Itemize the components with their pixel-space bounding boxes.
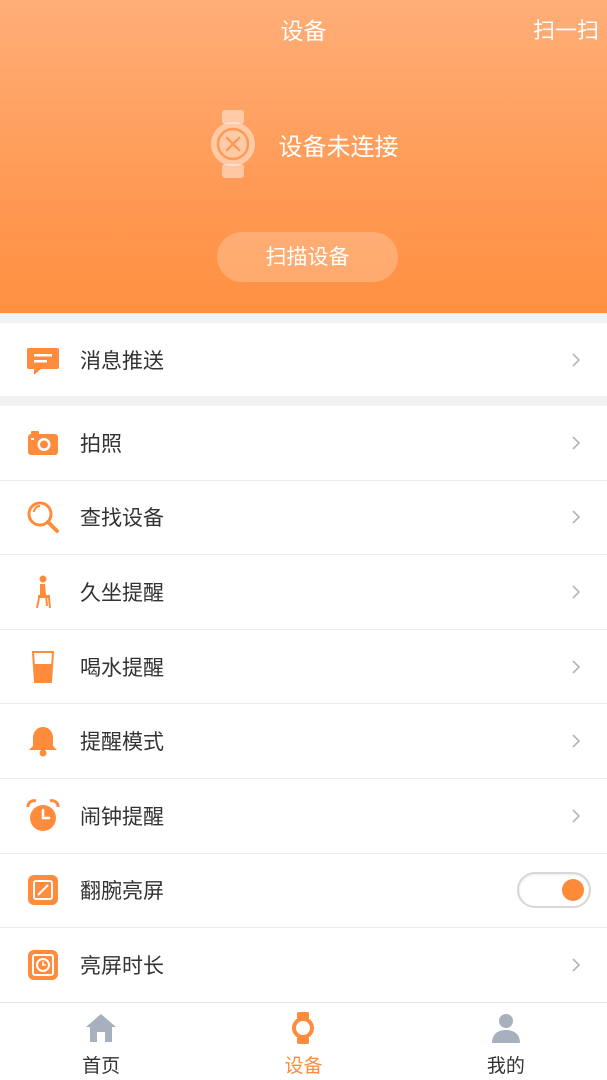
tab-label: 我的	[486, 1055, 525, 1077]
screen-duration-icon	[26, 948, 60, 982]
water-glass-icon	[26, 650, 60, 684]
chevron-right-icon	[572, 510, 581, 524]
chevron-right-icon	[572, 585, 581, 599]
chevron-right-icon	[572, 734, 581, 748]
tab-device[interactable]: 设备	[202, 1003, 404, 1080]
scan-device-button[interactable]: 扫描设备	[217, 232, 398, 282]
chevron-right-icon	[572, 660, 581, 674]
row-water-reminder[interactable]: 喝水提醒	[0, 629, 607, 705]
row-wrist-wake[interactable]: 翻腕亮屏	[0, 853, 607, 929]
row-label: 拍照	[80, 431, 122, 456]
status-text: 设备未连接	[278, 132, 399, 161]
message-section: 消息推送	[0, 323, 607, 396]
chevron-right-icon	[572, 436, 581, 450]
bell-icon	[26, 724, 60, 758]
row-label: 消息推送	[80, 348, 164, 373]
row-label: 翻腕亮屏	[80, 879, 164, 904]
settings-section: 拍照 查找设备 久坐提醒 喝水提醒 提醒模式 闹钟提醒 翻腕亮屏 亮屏时长	[0, 406, 607, 1003]
row-label: 久坐提醒	[80, 580, 164, 605]
row-label: 闹钟提醒	[80, 804, 164, 829]
header: 设备 扫一扫 设备未连接 扫描设备	[0, 0, 607, 313]
row-sedentary-reminder[interactable]: 久坐提醒	[0, 555, 607, 630]
row-camera[interactable]: 拍照	[0, 406, 607, 481]
chevron-right-icon	[572, 352, 581, 367]
tab-label: 设备	[284, 1055, 323, 1077]
connection-status: 设备未连接	[0, 104, 607, 184]
row-reminder-mode[interactable]: 提醒模式	[0, 704, 607, 779]
tab-mine[interactable]: 我的	[405, 1003, 607, 1080]
row-label: 查找设备	[80, 506, 164, 531]
wrist-screen-icon	[26, 873, 60, 907]
watch-disconnected-icon	[210, 110, 255, 178]
scan-qr-link[interactable]: 扫一扫	[533, 16, 599, 48]
row-label: 喝水提醒	[80, 655, 164, 680]
camera-icon	[26, 426, 60, 460]
row-find-device[interactable]: 查找设备	[0, 480, 607, 556]
tab-home[interactable]: 首页	[0, 1003, 202, 1080]
row-label: 亮屏时长	[80, 954, 164, 979]
row-label: 提醒模式	[80, 730, 164, 755]
page-title: 设备	[280, 19, 327, 45]
bottom-tab-bar: 首页 设备 我的	[0, 1002, 607, 1080]
sedentary-icon	[26, 575, 60, 609]
message-icon	[26, 343, 60, 377]
chevron-right-icon	[572, 809, 581, 823]
search-icon	[26, 500, 60, 534]
user-icon	[491, 1014, 520, 1043]
home-icon	[86, 1014, 117, 1042]
row-alarm-reminder[interactable]: 闹钟提醒	[0, 778, 607, 854]
row-screen-duration[interactable]: 亮屏时长	[0, 928, 607, 1003]
tab-label: 首页	[82, 1055, 121, 1077]
row-message-push[interactable]: 消息推送	[0, 323, 607, 396]
watch-icon	[292, 1012, 315, 1044]
chevron-right-icon	[572, 958, 581, 973]
alarm-clock-icon	[26, 798, 60, 833]
wrist-wake-toggle[interactable]	[517, 872, 591, 909]
toggle-knob	[562, 879, 584, 902]
